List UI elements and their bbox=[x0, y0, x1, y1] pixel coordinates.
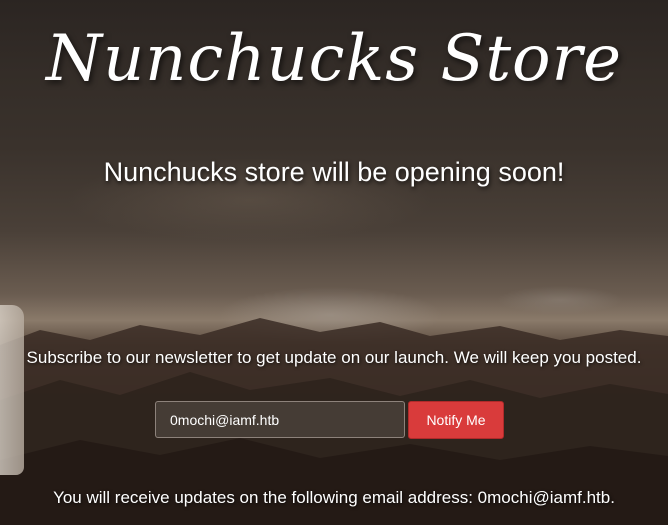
email-input[interactable] bbox=[155, 401, 405, 438]
confirmation-message: You will receive updates on the followin… bbox=[53, 488, 615, 507]
page-subtitle: Nunchucks store will be opening soon! bbox=[103, 157, 565, 187]
newsletter-form: Notify Me bbox=[155, 401, 505, 439]
background-figure bbox=[0, 305, 24, 475]
newsletter-description: Subscribe to our newsletter to get updat… bbox=[26, 348, 642, 367]
notify-me-button[interactable]: Notify Me bbox=[408, 401, 504, 439]
page-title: Nunchucks Store bbox=[45, 22, 623, 96]
